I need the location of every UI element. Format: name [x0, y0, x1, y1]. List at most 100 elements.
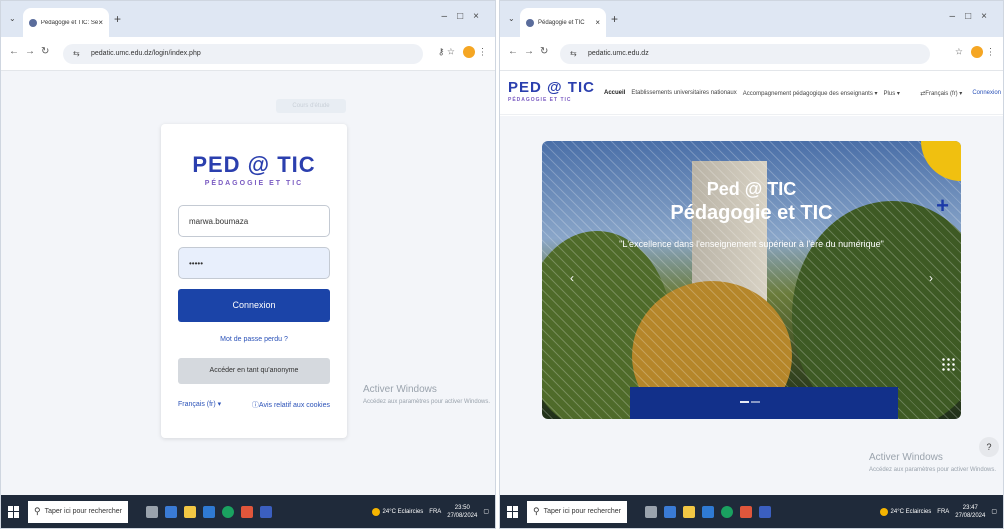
brand-title: PED @ TIC — [508, 79, 595, 96]
language-selector[interactable]: ⇄Français (fr) ▾ — [920, 90, 962, 97]
weather-text: 24°C Eclaircies — [382, 508, 424, 515]
weather-widget[interactable]: 24°C Eclaircies — [371, 507, 424, 516]
login-link[interactable]: Connexion — [972, 90, 1001, 97]
cookies-link[interactable]: ⓘAvis relatif aux cookies — [252, 400, 330, 410]
hero-carousel: + Ped @ TIC Pédagogie et TIC "L'excellen… — [542, 141, 961, 419]
clock-time: 23:47 — [962, 504, 978, 511]
taskbar-search[interactable]: ⚲ Taper ici pour rechercher — [28, 500, 128, 523]
site-header: PED @ TIC PÉDAGOGIE ET TIC Accueil Etabl… — [500, 71, 1003, 115]
activate-title: Activer Windows — [869, 452, 943, 463]
notification-icon[interactable]: ▢ — [991, 508, 997, 515]
tab-list-icon[interactable]: ⌄ — [508, 14, 515, 23]
clock-date: 27/08/2024 — [955, 512, 986, 519]
nav-buttons[interactable]: ←→↻ — [508, 46, 554, 57]
username-field[interactable]: marwa.boumaza — [178, 205, 330, 237]
taskbar-apps — [146, 505, 272, 518]
tab-title: Pédagogie et TIC — [538, 19, 585, 26]
password-field[interactable]: ••••• — [178, 247, 330, 279]
language-label: Français (fr) ▾ — [925, 91, 963, 97]
close-tab-icon[interactable]: × — [595, 18, 600, 27]
clock[interactable]: 23:47 27/08/2024 — [955, 504, 985, 520]
menu-item-etablissements[interactable]: Etablissements universitaires nationaux — [631, 90, 736, 97]
brand-logo: PED @ TIC PÉDAGOGIE ET TIC — [161, 152, 347, 187]
help-button[interactable]: ? — [979, 437, 999, 457]
taskbar-search-text: Taper ici pour rechercher — [543, 508, 622, 515]
activate-windows-watermark: Activer Windows Accédez aux paramètres p… — [869, 452, 996, 476]
window-controls[interactable]: –□× — [442, 11, 489, 22]
store-icon[interactable] — [702, 505, 714, 518]
browser-tabbar: ⌄ Pédagogie et TIC × + –□× — [500, 1, 1003, 37]
login-card: PED @ TIC PÉDAGOGIE ET TIC marwa.boumaza… — [161, 124, 347, 438]
store-icon[interactable] — [203, 505, 215, 518]
site-settings-icon[interactable]: ⇆ — [570, 49, 577, 58]
weather-widget[interactable]: 24°C Eclaircies — [879, 507, 932, 516]
chrome-icon[interactable] — [721, 505, 733, 518]
office-icon[interactable] — [241, 505, 253, 518]
clock-date: 27/08/2024 — [447, 512, 478, 519]
window-controls[interactable]: –□× — [950, 11, 997, 22]
login-button[interactable]: Connexion — [178, 289, 330, 322]
chrome-icon[interactable] — [222, 505, 234, 518]
language-indicator[interactable]: FRA — [937, 509, 949, 515]
toolbar-right[interactable]: ☆ ⋮ — [955, 46, 995, 58]
url-text: pedatic.umc.edu.dz/login/index.php — [91, 50, 201, 57]
system-tray: 24°C Eclaircies FRA 23:50 27/08/2024 ▢ — [371, 504, 495, 520]
nav-buttons[interactable]: ←→↻ — [9, 46, 55, 57]
url-field[interactable]: ⇆ pedatic.umc.edu.dz/login/index.php — [63, 44, 423, 64]
url-field[interactable]: ⇆ pedatic.umc.edu.dz — [560, 44, 930, 64]
brand-subtitle: PÉDAGOGIE ET TIC — [508, 97, 572, 103]
windows-start-icon[interactable] — [507, 505, 519, 518]
browser-tab[interactable]: Pédagogie et TIC × — [520, 8, 606, 37]
browser-tab[interactable]: Pédagogie et TIC: Se connecter × — [23, 8, 109, 37]
language-indicator[interactable]: FRA — [429, 509, 441, 515]
dots-grid-icon — [941, 357, 955, 371]
word-icon[interactable] — [260, 505, 272, 518]
lost-password-link[interactable]: Mot de passe perdu ? — [161, 336, 347, 343]
activate-title: Activer Windows — [363, 384, 437, 395]
search-icon: ⚲ — [533, 506, 540, 516]
language-selector[interactable]: Français (fr) ▾ — [178, 400, 221, 408]
task-view-icon[interactable] — [645, 505, 657, 518]
favicon-icon — [526, 18, 534, 27]
notification-icon[interactable]: ▢ — [483, 508, 489, 515]
carousel-indicators[interactable] — [740, 401, 760, 403]
edge-icon[interactable] — [664, 505, 676, 518]
file-explorer-icon[interactable] — [683, 505, 695, 518]
office-icon[interactable] — [740, 505, 752, 518]
menu-item-plus[interactable]: Plus ▾ — [884, 90, 900, 97]
main-menu: Accueil Etablissements universitaires na… — [604, 90, 900, 97]
system-tray: 24°C Eclaircies FRA 23:47 27/08/2024 ▢ — [879, 504, 1003, 520]
brand-title: PED @ TIC — [192, 152, 316, 177]
carousel-prev-icon[interactable]: ‹ — [570, 271, 574, 285]
new-tab-icon[interactable]: + — [611, 12, 618, 26]
profile-avatar-icon[interactable] — [971, 46, 984, 58]
weather-text: 24°C Eclaircies — [890, 508, 932, 515]
profile-avatar-icon[interactable] — [463, 46, 476, 58]
tab-list-icon[interactable]: ⌄ — [9, 14, 16, 23]
word-icon[interactable] — [759, 505, 771, 518]
new-tab-icon[interactable]: + — [114, 12, 121, 26]
ghost-button[interactable]: Cours d'étude — [276, 99, 346, 113]
windows-start-icon[interactable] — [8, 505, 20, 518]
hero-tagline: "L'excellence dans l'enseignement supéri… — [619, 239, 884, 249]
browser-tabbar: ⌄ Pédagogie et TIC: Se connecter × + –□× — [1, 1, 495, 37]
brand-logo[interactable]: PED @ TIC PÉDAGOGIE ET TIC — [508, 79, 595, 103]
taskbar: ⚲ Taper ici pour rechercher 24°C Eclairci… — [500, 495, 1003, 528]
url-text: pedatic.umc.edu.dz — [588, 50, 649, 57]
close-tab-icon[interactable]: × — [98, 18, 103, 27]
hero-title: Ped @ TIC — [706, 179, 797, 199]
guest-login-button[interactable]: Accéder en tant qu'anonyme — [178, 358, 330, 384]
menu-item-accueil[interactable]: Accueil — [604, 90, 625, 97]
site-settings-icon[interactable]: ⇆ — [73, 49, 80, 58]
tab-title: Pédagogie et TIC: Se connecter — [40, 19, 99, 26]
carousel-next-icon[interactable]: › — [929, 271, 933, 285]
task-view-icon[interactable] — [146, 505, 158, 518]
menu-item-accompagnement[interactable]: Accompagnement pédagogique des enseignan… — [743, 90, 878, 97]
edge-icon[interactable] — [165, 505, 177, 518]
brand-subtitle: PÉDAGOGIE ET TIC — [204, 180, 304, 187]
clock[interactable]: 23:50 27/08/2024 — [447, 504, 477, 520]
toolbar-right[interactable]: ⚷ ☆ ⋮ — [438, 46, 487, 58]
search-icon: ⚲ — [34, 506, 41, 516]
file-explorer-icon[interactable] — [184, 505, 196, 518]
taskbar-search[interactable]: ⚲ Taper ici pour rechercher — [527, 500, 627, 523]
